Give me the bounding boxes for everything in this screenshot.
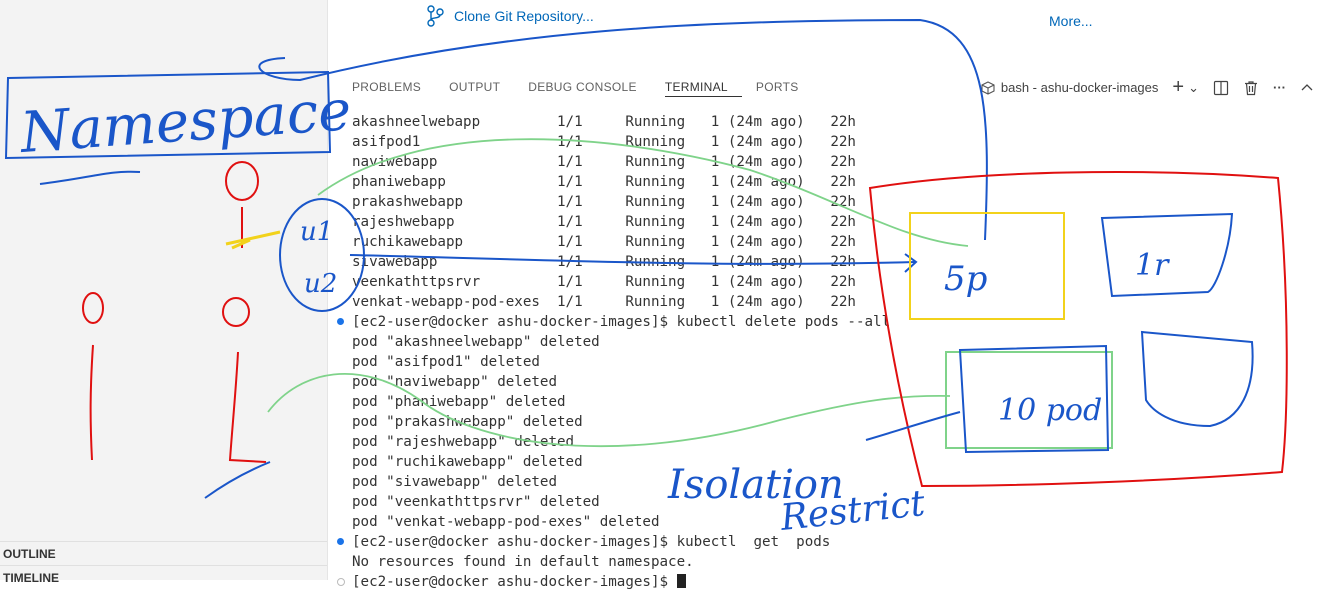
terminal-line: pod "venkat-webapp-pod-exes" deleted bbox=[352, 512, 1312, 532]
terminal-selector[interactable]: bash - ashu-docker-images bbox=[981, 80, 1159, 95]
terminal-line-text: asifpod1 1/1 Running 1 (24m ago) 22h bbox=[352, 134, 856, 150]
terminal-line-text: akashneelwebapp 1/1 Running 1 (24m ago) … bbox=[352, 114, 856, 130]
tab-problems[interactable]: PROBLEMS bbox=[352, 78, 435, 97]
terminal-line-text: pod "naviwebapp" deleted bbox=[352, 374, 557, 390]
bottom-panel: PROBLEMS OUTPUT DEBUG CONSOLE TERMINAL P… bbox=[328, 68, 1326, 590]
new-terminal-button[interactable]: + bbox=[1172, 76, 1184, 99]
terminal-cursor bbox=[676, 574, 686, 588]
more-actions-button[interactable]: ··· bbox=[1273, 80, 1286, 95]
terminal-line: venkat-webapp-pod-exes 1/1 Running 1 (24… bbox=[352, 292, 1312, 312]
terminal-name: bash - ashu-docker-images bbox=[1000, 80, 1159, 95]
terminal-dropdown-button[interactable]: ⌄ bbox=[1188, 80, 1199, 96]
terminal-line: pod "rajeshwebapp" deleted bbox=[352, 432, 1312, 452]
terminal-line: pod "phaniwebapp" deleted bbox=[352, 392, 1312, 412]
clone-git-repository-link[interactable]: Clone Git Repository... bbox=[426, 5, 594, 27]
terminal-line: pod "prakashwebapp" deleted bbox=[352, 412, 1312, 432]
terminal-line-text: sivawebapp 1/1 Running 1 (24m ago) 22h bbox=[352, 254, 856, 270]
terminal-line: akashneelwebapp 1/1 Running 1 (24m ago) … bbox=[352, 112, 1312, 132]
terminal-cube-icon bbox=[981, 80, 995, 95]
panel-actions: bash - ashu-docker-images + ⌄ ··· bbox=[981, 76, 1314, 99]
terminal-line-text: ruchikawebapp 1/1 Running 1 (24m ago) 22… bbox=[352, 234, 856, 250]
terminal-line-text: pod "ruchikawebapp" deleted bbox=[352, 454, 583, 470]
terminal-line-text: pod "venkat-webapp-pod-exes" deleted bbox=[352, 514, 660, 530]
tab-output[interactable]: OUTPUT bbox=[449, 78, 514, 97]
terminal-line-text: pod "veenkathttpsrvr" deleted bbox=[352, 494, 600, 510]
terminal-line-text: naviwebapp 1/1 Running 1 (24m ago) 22h bbox=[352, 154, 856, 170]
terminal-line: [ec2-user@docker ashu-docker-images]$ ku… bbox=[337, 532, 1312, 552]
terminal-line: phaniwebapp 1/1 Running 1 (24m ago) 22h bbox=[352, 172, 1312, 192]
tab-terminal[interactable]: TERMINAL bbox=[664, 78, 742, 97]
terminal-line-text: pod "akashneelwebapp" deleted bbox=[352, 334, 600, 350]
tab-debug-console[interactable]: DEBUG CONSOLE bbox=[528, 78, 651, 97]
clone-git-repository-label: Clone Git Repository... bbox=[454, 8, 594, 24]
terminal-line: pod "naviwebapp" deleted bbox=[352, 372, 1312, 392]
outline-section-header[interactable]: OUTLINE bbox=[0, 541, 327, 565]
panel-tabs: PROBLEMS OUTPUT DEBUG CONSOLE TERMINAL P… bbox=[352, 78, 827, 97]
terminal-line-text: [ec2-user@docker ashu-docker-images]$ ku… bbox=[352, 534, 831, 550]
command-decoration-icon[interactable] bbox=[337, 578, 345, 586]
terminal-line: pod "ruchikawebapp" deleted bbox=[352, 452, 1312, 472]
terminal-line: pod "akashneelwebapp" deleted bbox=[352, 332, 1312, 352]
split-terminal-icon[interactable] bbox=[1213, 80, 1229, 96]
terminal-line: prakashwebapp 1/1 Running 1 (24m ago) 22… bbox=[352, 192, 1312, 212]
terminal-line-text: [ec2-user@docker ashu-docker-images]$ bbox=[352, 574, 677, 590]
command-decoration-icon[interactable] bbox=[337, 318, 344, 325]
terminal-line: pod "sivawebapp" deleted bbox=[352, 472, 1312, 492]
terminal-line: [ec2-user@docker ashu-docker-images]$ ku… bbox=[337, 312, 1312, 332]
terminal-line-text: pod "rajeshwebapp" deleted bbox=[352, 434, 575, 450]
terminal-line-text: pod "asifpod1" deleted bbox=[352, 354, 540, 370]
terminal-line: [ec2-user@docker ashu-docker-images]$ bbox=[337, 572, 1312, 592]
terminal-line-text: pod "phaniwebapp" deleted bbox=[352, 394, 566, 410]
terminal-line-text: rajeshwebapp 1/1 Running 1 (24m ago) 22h bbox=[352, 214, 856, 230]
terminal-line-text: [ec2-user@docker ashu-docker-images]$ ku… bbox=[352, 314, 891, 330]
terminal-output[interactable]: akashneelwebapp 1/1 Running 1 (24m ago) … bbox=[337, 112, 1312, 592]
terminal-line-text: phaniwebapp 1/1 Running 1 (24m ago) 22h bbox=[352, 174, 856, 190]
terminal-line: pod "veenkathttpsrvr" deleted bbox=[352, 492, 1312, 512]
terminal-line-text: pod "sivawebapp" deleted bbox=[352, 474, 557, 490]
tab-ports[interactable]: PORTS bbox=[756, 78, 813, 97]
command-decoration-icon[interactable] bbox=[337, 538, 344, 545]
more-link[interactable]: More... bbox=[1049, 13, 1093, 29]
terminal-line-text: No resources found in default namespace. bbox=[352, 554, 694, 570]
terminal-line-text: pod "prakashwebapp" deleted bbox=[352, 414, 583, 430]
terminal-line: sivawebapp 1/1 Running 1 (24m ago) 22h bbox=[352, 252, 1312, 272]
terminal-line: No resources found in default namespace. bbox=[352, 552, 1312, 572]
terminal-line: rajeshwebapp 1/1 Running 1 (24m ago) 22h bbox=[352, 212, 1312, 232]
terminal-line: naviwebapp 1/1 Running 1 (24m ago) 22h bbox=[352, 152, 1312, 172]
git-branch-icon bbox=[427, 5, 444, 27]
terminal-line-text: veenkathttpsrvr 1/1 Running 1 (24m ago) … bbox=[352, 274, 856, 290]
timeline-section-header[interactable]: TIMELINE bbox=[0, 565, 327, 589]
terminal-line-text: venkat-webapp-pod-exes 1/1 Running 1 (24… bbox=[352, 294, 856, 310]
maximize-panel-icon[interactable] bbox=[1300, 81, 1314, 95]
trash-icon[interactable] bbox=[1243, 80, 1259, 96]
terminal-line: ruchikawebapp 1/1 Running 1 (24m ago) 22… bbox=[352, 232, 1312, 252]
terminal-line: asifpod1 1/1 Running 1 (24m ago) 22h bbox=[352, 132, 1312, 152]
sidebar: OUTLINE TIMELINE bbox=[0, 0, 328, 585]
terminal-line: veenkathttpsrvr 1/1 Running 1 (24m ago) … bbox=[352, 272, 1312, 292]
terminal-line: pod "asifpod1" deleted bbox=[352, 352, 1312, 372]
terminal-line-text: prakashwebapp 1/1 Running 1 (24m ago) 22… bbox=[352, 194, 856, 210]
